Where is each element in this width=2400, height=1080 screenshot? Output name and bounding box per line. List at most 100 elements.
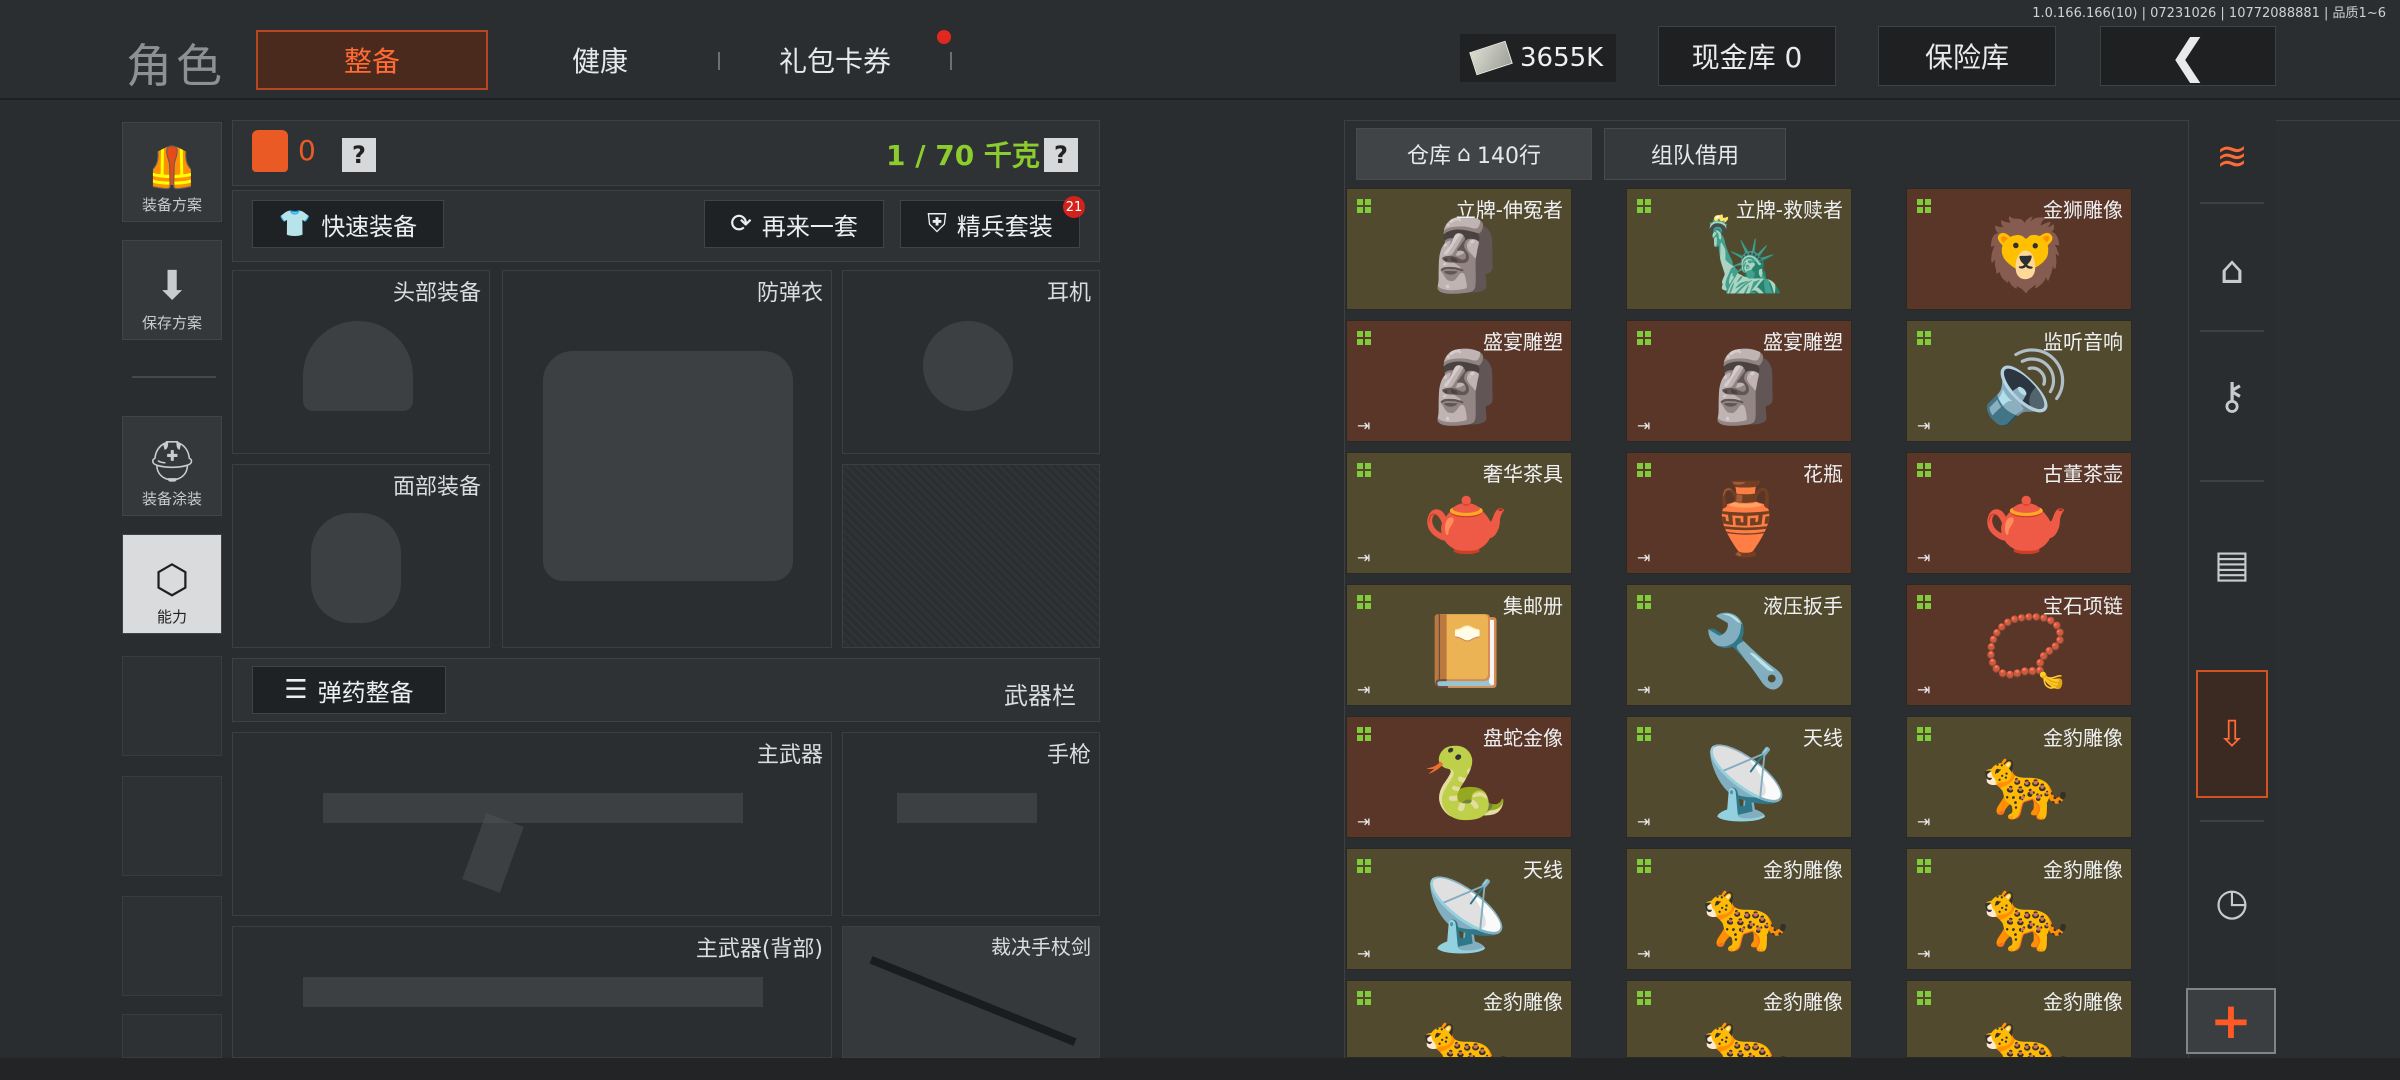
build-info: 1.0.166.166(10) | 07231026 | 10772088881…	[2032, 6, 2386, 21]
slot-locked	[842, 464, 1100, 648]
key-icon[interactable]: ⚷	[2188, 366, 2276, 426]
item-name: 天线	[1803, 726, 1843, 750]
warehouse-item[interactable]: 🗿 盛宴雕塑 ⇥	[1346, 320, 1572, 442]
slot-primary-weapon[interactable]: 主武器	[232, 732, 832, 916]
tab-equip[interactable]: 整备	[256, 30, 488, 90]
move-out-icon[interactable]: ⇥	[1917, 548, 1930, 567]
warehouse-item[interactable]: 🔧 液压扳手 ⇥	[1626, 584, 1852, 706]
rifle-silhouette-icon	[323, 793, 743, 823]
warehouse-item[interactable]: 🗿 盛宴雕塑 ⇥	[1626, 320, 1852, 442]
elite-kit-button[interactable]: ⛨ 精兵套装	[900, 200, 1080, 248]
sidebar-loadout-plans[interactable]: 🦺 装备方案	[122, 122, 222, 222]
sidebar-ability[interactable]: ⬡ 能力	[122, 534, 222, 634]
item-size-grid-icon	[1637, 595, 1651, 609]
move-out-icon[interactable]: ⇥	[1637, 548, 1650, 567]
tab-team-borrow[interactable]: 组队借用	[1604, 128, 1786, 180]
rifle-silhouette-icon	[303, 977, 763, 1007]
warehouse-item[interactable]: 🐆 金豹雕像	[1906, 980, 2132, 1058]
safe-vault-button[interactable]: 保险库	[1878, 26, 2056, 86]
warehouse-item[interactable]: 🐆 金豹雕像	[1346, 980, 1572, 1058]
slot-label: 手枪	[1046, 743, 1091, 768]
move-out-icon[interactable]: ⇥	[1357, 416, 1370, 435]
item-name: 金豹雕像	[2043, 726, 2123, 750]
slot-label: 头部装备	[392, 281, 481, 306]
item-size-grid-icon	[1637, 727, 1651, 741]
warehouse-item[interactable]: 📡 天线 ⇥	[1346, 848, 1572, 970]
box-download-icon[interactable]: ⇩	[2196, 670, 2268, 798]
slot-headset[interactable]: 耳机	[842, 270, 1100, 454]
warehouse-item[interactable]: 🐍 盘蛇金像 ⇥	[1346, 716, 1572, 838]
move-out-icon[interactable]: ⇥	[1637, 812, 1650, 831]
bottom-strip	[0, 1058, 2400, 1080]
item-name: 金豹雕像	[1763, 990, 1843, 1014]
move-out-icon[interactable]: ⇥	[1637, 680, 1650, 699]
item-size-grid-icon	[1357, 727, 1371, 741]
ammo-label: 弹药整备	[317, 678, 414, 707]
item-size-grid-icon	[1357, 463, 1371, 477]
cash-stack-icon[interactable]: ▤	[2188, 534, 2276, 594]
stack-refresh-icon[interactable]: ≋	[2188, 126, 2276, 186]
warehouse-item[interactable]: 🐆 金豹雕像 ⇥	[1626, 848, 1852, 970]
slot-melee[interactable]: 裁决手杖剑	[842, 926, 1100, 1058]
move-out-icon[interactable]: ⇥	[1917, 416, 1930, 435]
weight-help-button[interactable]: ?	[1044, 138, 1078, 172]
move-out-icon[interactable]: ⇥	[1357, 548, 1370, 567]
repeat-loadout-button[interactable]: ⟳ 再来一套	[704, 200, 884, 248]
slot-label: 裁决手杖剑	[991, 935, 1091, 959]
item-size-grid-icon	[1357, 331, 1371, 345]
warehouse-item[interactable]: 📿 宝石项链 ⇥	[1906, 584, 2132, 706]
tab-warehouse[interactable]: 仓库 ⌂ 140行	[1356, 128, 1592, 180]
move-out-icon[interactable]: ⇥	[1637, 944, 1650, 963]
tab-divider	[950, 52, 952, 70]
ammo-prep-button[interactable]: ☰ 弹药整备	[252, 666, 446, 714]
warehouse-item[interactable]: 🐆 金豹雕像	[1626, 980, 1852, 1058]
warehouse-item[interactable]: 🫖 奢华茶具 ⇥	[1346, 452, 1572, 574]
rail-divider	[2200, 202, 2264, 204]
warehouse-item[interactable]: 📔 集邮册 ⇥	[1346, 584, 1572, 706]
home-icon[interactable]: ⌂	[2188, 240, 2276, 300]
clock-icon[interactable]: ◷	[2188, 872, 2276, 932]
item-art-icon: 🏺	[1702, 477, 1790, 560]
item-size-grid-icon	[1637, 991, 1651, 1005]
rail-divider	[2200, 480, 2264, 482]
tab-gift-coupons[interactable]: 礼包卡券	[740, 30, 930, 90]
item-name: 金豹雕像	[2043, 990, 2123, 1014]
cash-icon	[1469, 40, 1513, 76]
weight-display: 1 / 70 千克	[886, 139, 1040, 172]
warehouse-item[interactable]: 🦁 金狮雕像	[1906, 188, 2132, 310]
move-out-icon[interactable]: ⇥	[1917, 944, 1930, 963]
move-out-icon[interactable]: ⇥	[1917, 680, 1930, 699]
move-out-icon[interactable]: ⇥	[1357, 944, 1370, 963]
move-out-icon[interactable]: ⇥	[1357, 812, 1370, 831]
help-button[interactable]: ?	[342, 138, 376, 172]
sidebar-empty-slot	[122, 776, 222, 876]
warehouse-item[interactable]: 🐆 金豹雕像 ⇥	[1906, 716, 2132, 838]
back-button[interactable]: ❮	[2100, 26, 2276, 86]
tab-health[interactable]: 健康	[520, 30, 680, 90]
warehouse-item[interactable]: 🗽 立牌-救赎者	[1626, 188, 1852, 310]
warehouse-item[interactable]: 🐆 金豹雕像 ⇥	[1906, 848, 2132, 970]
quick-equip-button[interactable]: 👕 快速装备	[252, 200, 444, 248]
expand-storage-button[interactable]: +	[2186, 988, 2276, 1054]
item-size-grid-icon	[1917, 727, 1931, 741]
currency-display: 3655K	[1460, 34, 1616, 82]
warehouse-item[interactable]: 🔊 监听音响 ⇥	[1906, 320, 2132, 442]
warehouse-item[interactable]: 🫖 古董茶壶 ⇥	[1906, 452, 2132, 574]
slot-head[interactable]: 头部装备	[232, 270, 490, 454]
slot-armor[interactable]: 防弹衣	[502, 270, 832, 648]
item-size-grid-icon	[1917, 595, 1931, 609]
warehouse-item[interactable]: 🏺 花瓶 ⇥	[1626, 452, 1852, 574]
warehouse-item[interactable]: 🗿 立牌-伸冤者	[1346, 188, 1572, 310]
item-size-grid-icon	[1917, 199, 1931, 213]
slot-face[interactable]: 面部装备	[232, 464, 490, 648]
sidebar-gear-paint[interactable]: ⛑ 装备涂装	[122, 416, 222, 516]
move-out-icon[interactable]: ⇥	[1917, 812, 1930, 831]
move-out-icon[interactable]: ⇥	[1357, 680, 1370, 699]
warehouse-item[interactable]: 📡 天线 ⇥	[1626, 716, 1852, 838]
slot-primary-back[interactable]: 主武器(背部)	[232, 926, 832, 1058]
sidebar-label: 保存方案	[141, 314, 202, 332]
slot-pistol[interactable]: 手枪	[842, 732, 1100, 916]
move-out-icon[interactable]: ⇥	[1637, 416, 1650, 435]
cash-vault-button[interactable]: 现金库 0	[1658, 26, 1836, 86]
sidebar-save-plan[interactable]: ⬇ 保存方案	[122, 240, 222, 340]
